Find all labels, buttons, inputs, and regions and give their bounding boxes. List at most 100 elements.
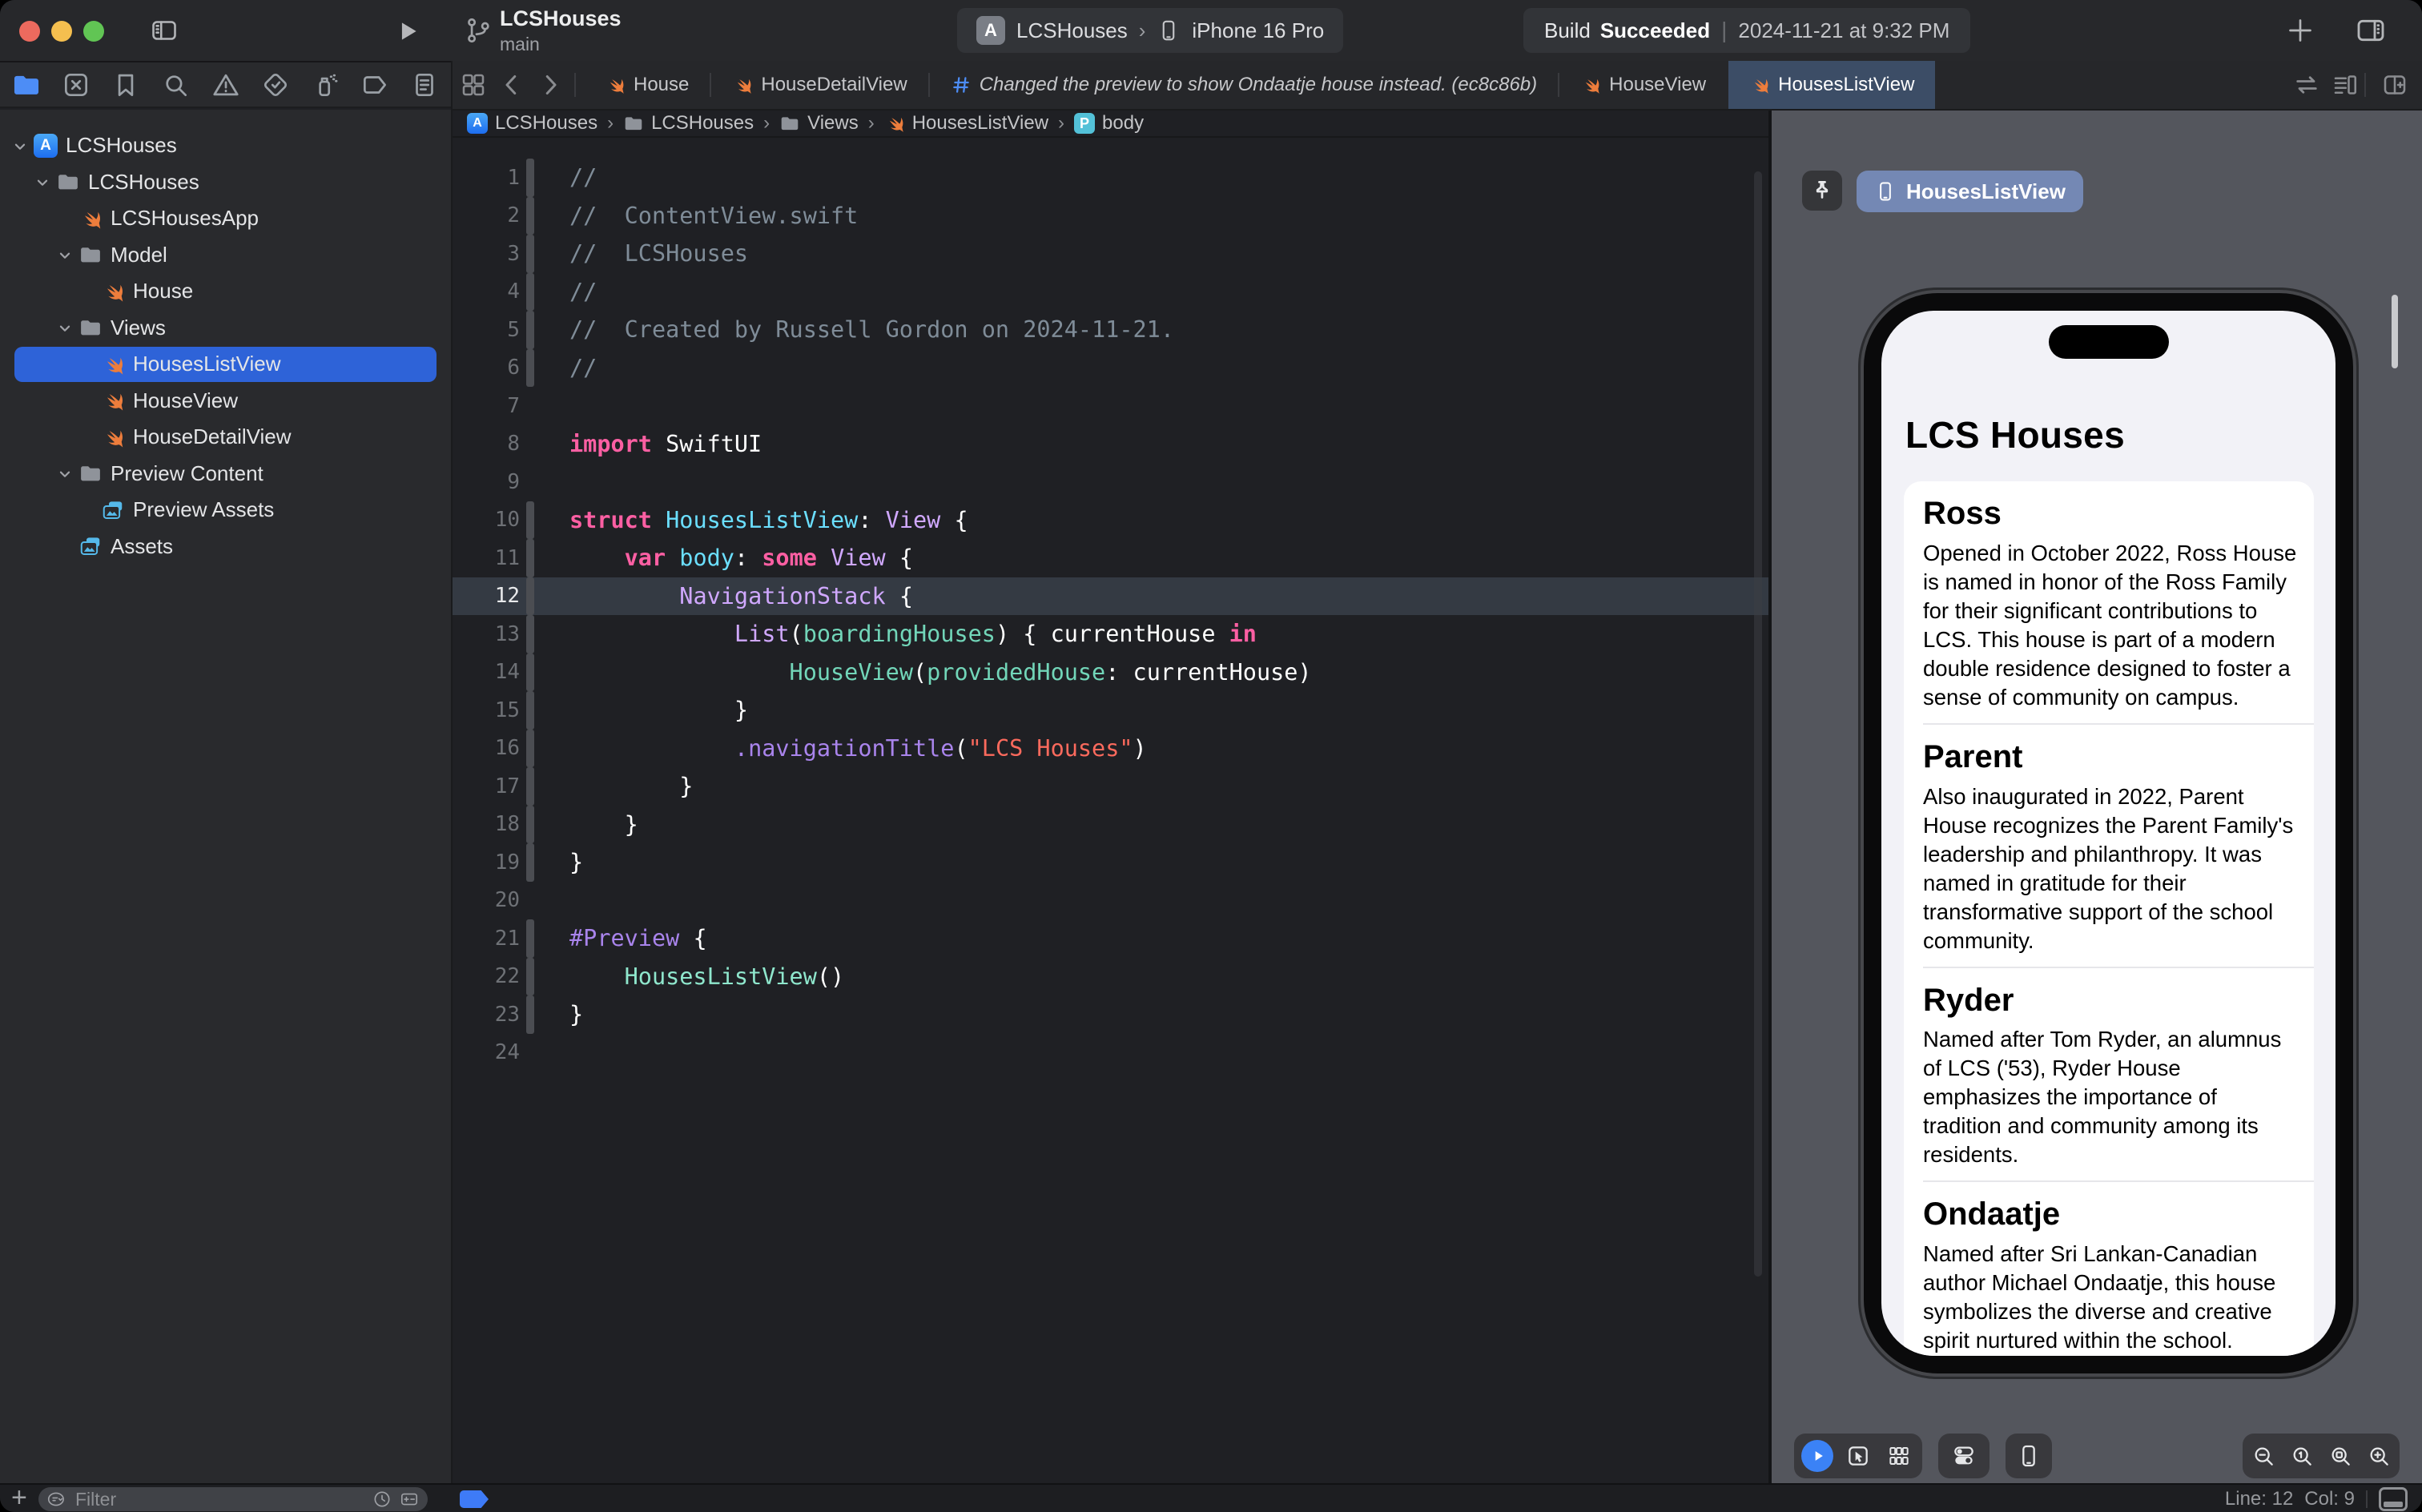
activity-viewer[interactable]: Build Succeeded | 2024-11-21 at 9:32 PM — [1523, 8, 1970, 53]
adjacent-editor-icon[interactable] — [2292, 70, 2321, 99]
code-line: 6// — [453, 349, 1768, 388]
preview-target-chip[interactable]: HousesListView — [1857, 171, 2083, 212]
sidebar-item-houseview[interactable]: HouseView — [0, 383, 451, 420]
back-button[interactable] — [497, 70, 526, 99]
zoom-in-button[interactable] — [2361, 1438, 2396, 1474]
breadcrumb-segment[interactable]: Pbody — [1074, 112, 1144, 135]
issues-navigator-icon[interactable] — [211, 70, 241, 100]
forward-button[interactable] — [536, 70, 565, 99]
chevron-down-icon[interactable] — [34, 172, 54, 191]
zoom-window-button[interactable] — [83, 21, 104, 42]
tests-navigator-icon[interactable] — [260, 70, 291, 100]
change-bar — [526, 273, 534, 312]
folder-icon — [77, 316, 104, 340]
run-button[interactable] — [394, 18, 421, 45]
chevron-down-icon[interactable] — [56, 245, 77, 264]
filter-input[interactable] — [74, 1488, 365, 1511]
chevron-down-icon[interactable] — [56, 318, 77, 337]
editor-scrollbar[interactable] — [1754, 171, 1762, 1277]
change-bar-empty — [526, 463, 534, 501]
project-navigator-icon[interactable] — [11, 70, 42, 100]
variants-button[interactable] — [1881, 1438, 1917, 1474]
chevron-down-icon[interactable] — [11, 136, 32, 155]
breadcrumb-segment[interactable]: LCSHouses — [623, 112, 754, 135]
add-editor-icon[interactable] — [2380, 70, 2409, 99]
library-plus-button[interactable] — [2284, 14, 2316, 46]
sidebar-item-label: HousesListView — [133, 352, 281, 376]
chevron-separator: › — [763, 112, 770, 135]
find-navigator-icon[interactable] — [160, 70, 191, 100]
code-text: } — [534, 849, 583, 875]
code-line: 13 List(boardingHouses) { currentHouse i… — [453, 615, 1768, 653]
minimize-window-button[interactable] — [51, 21, 72, 42]
sidebar-item-housedetailview[interactable]: HouseDetailView — [0, 419, 451, 456]
pin-preview-button[interactable] — [1802, 171, 1842, 211]
device-button[interactable] — [2011, 1438, 2046, 1474]
device-settings-button[interactable] — [1946, 1438, 1981, 1474]
chevron-down-icon[interactable] — [56, 464, 77, 483]
sidebar-item-preview-content[interactable]: Preview Content — [0, 456, 451, 493]
code-text: struct HousesListView: View { — [534, 507, 968, 533]
change-bar — [526, 958, 534, 996]
line-number: 1 — [453, 166, 520, 190]
debug-navigator-icon[interactable] — [310, 70, 340, 100]
code-line: 19} — [453, 843, 1768, 882]
house-row-ondaatje[interactable]: OndaatjeNamed after Sri Lankan-Canadian … — [1904, 1182, 2314, 1356]
breadcrumb-segment[interactable]: Views — [779, 112, 859, 135]
divider — [574, 73, 576, 97]
line-number: 14 — [453, 660, 520, 684]
preview-canvas: HousesListView LCS Houses RossOpened in … — [1772, 111, 2422, 1483]
change-bar-empty — [526, 425, 534, 464]
sidebar-item-model[interactable]: Model — [0, 237, 451, 274]
breakpoints-navigator-icon[interactable] — [360, 70, 390, 100]
zoom-actual-button[interactable] — [2284, 1438, 2319, 1474]
swift-icon — [99, 279, 127, 304]
breadcrumb-segment[interactable]: ALCSHouses — [467, 112, 597, 135]
breadcrumb-segment[interactable]: HousesListView — [884, 112, 1048, 135]
sidebar-item-houseslistview[interactable]: HousesListView — [0, 346, 451, 383]
inspector-toggle-icon[interactable] — [2353, 14, 2388, 46]
house-row-ryder[interactable]: RyderNamed after Tom Ryder, an alumnus o… — [1904, 968, 2314, 1181]
canvas-scrollbar[interactable] — [2392, 295, 2398, 368]
line-number: 9 — [453, 470, 520, 494]
assets-icon — [99, 498, 127, 522]
plus-minus-icon[interactable] — [399, 1489, 420, 1510]
zoom-fit-button[interactable] — [2323, 1438, 2358, 1474]
house-row-ross[interactable]: RossOpened in October 2022, Ross House i… — [1904, 481, 2314, 723]
reports-navigator-icon[interactable] — [409, 70, 440, 100]
add-item-button[interactable]: + — [11, 1482, 27, 1512]
tab-label: House — [634, 74, 689, 96]
tab-house[interactable]: House — [584, 61, 710, 109]
house-row-parent[interactable]: ParentAlso inaugurated in 2022, Parent H… — [1904, 725, 2314, 967]
tab-commit[interactable]: Changed the preview to show Ondaatje hou… — [930, 61, 1558, 109]
select-mode-button[interactable] — [1841, 1438, 1876, 1474]
preview-target-label: HousesListView — [1906, 179, 2066, 204]
live-preview-button[interactable] — [1800, 1438, 1835, 1474]
source-editor[interactable]: 1//2// ContentView.swift3// LCSHouses4//… — [453, 139, 1768, 1483]
toggle-sidebar-icon[interactable] — [149, 16, 179, 45]
sidebar-item-lcshouses[interactable]: LCSHouses — [0, 164, 451, 201]
sidebar-item-lcshouses[interactable]: ALCSHouses — [0, 127, 451, 164]
editor-grid-icon[interactable] — [459, 70, 488, 99]
tab-houseslistview[interactable]: HousesListView — [1728, 61, 1935, 109]
bookmarks-navigator-icon[interactable] — [111, 70, 141, 100]
close-window-button[interactable] — [19, 21, 40, 42]
sidebar-item-lcshousesapp[interactable]: LCSHousesApp — [0, 200, 451, 237]
zoom-out-button[interactable] — [2246, 1438, 2281, 1474]
sidebar-item-views[interactable]: Views — [0, 310, 451, 347]
change-bar — [526, 615, 534, 653]
clock-icon[interactable] — [372, 1489, 392, 1510]
source-control-navigator-icon[interactable] — [61, 70, 91, 100]
minimap-icon[interactable] — [2331, 70, 2360, 99]
line-number: 4 — [453, 279, 520, 304]
sidebar-item-preview-assets[interactable]: Preview Assets — [0, 492, 451, 529]
status-bar: + Line: 12 Col: 9 — [0, 1483, 2422, 1512]
editor-bottom-bar-icon[interactable] — [2379, 1487, 2408, 1511]
app-icon: A — [32, 134, 59, 158]
scheme-selector[interactable]: A LCSHouses › iPhone 16 Pro — [957, 8, 1343, 53]
breadcrumb-label: HousesListView — [912, 112, 1048, 135]
sidebar-item-house[interactable]: House — [0, 273, 451, 310]
tab-housedetailview[interactable]: HouseDetailView — [711, 61, 927, 109]
sidebar-item-assets[interactable]: Assets — [0, 529, 451, 565]
tab-houseview[interactable]: HouseView — [1559, 61, 1727, 109]
